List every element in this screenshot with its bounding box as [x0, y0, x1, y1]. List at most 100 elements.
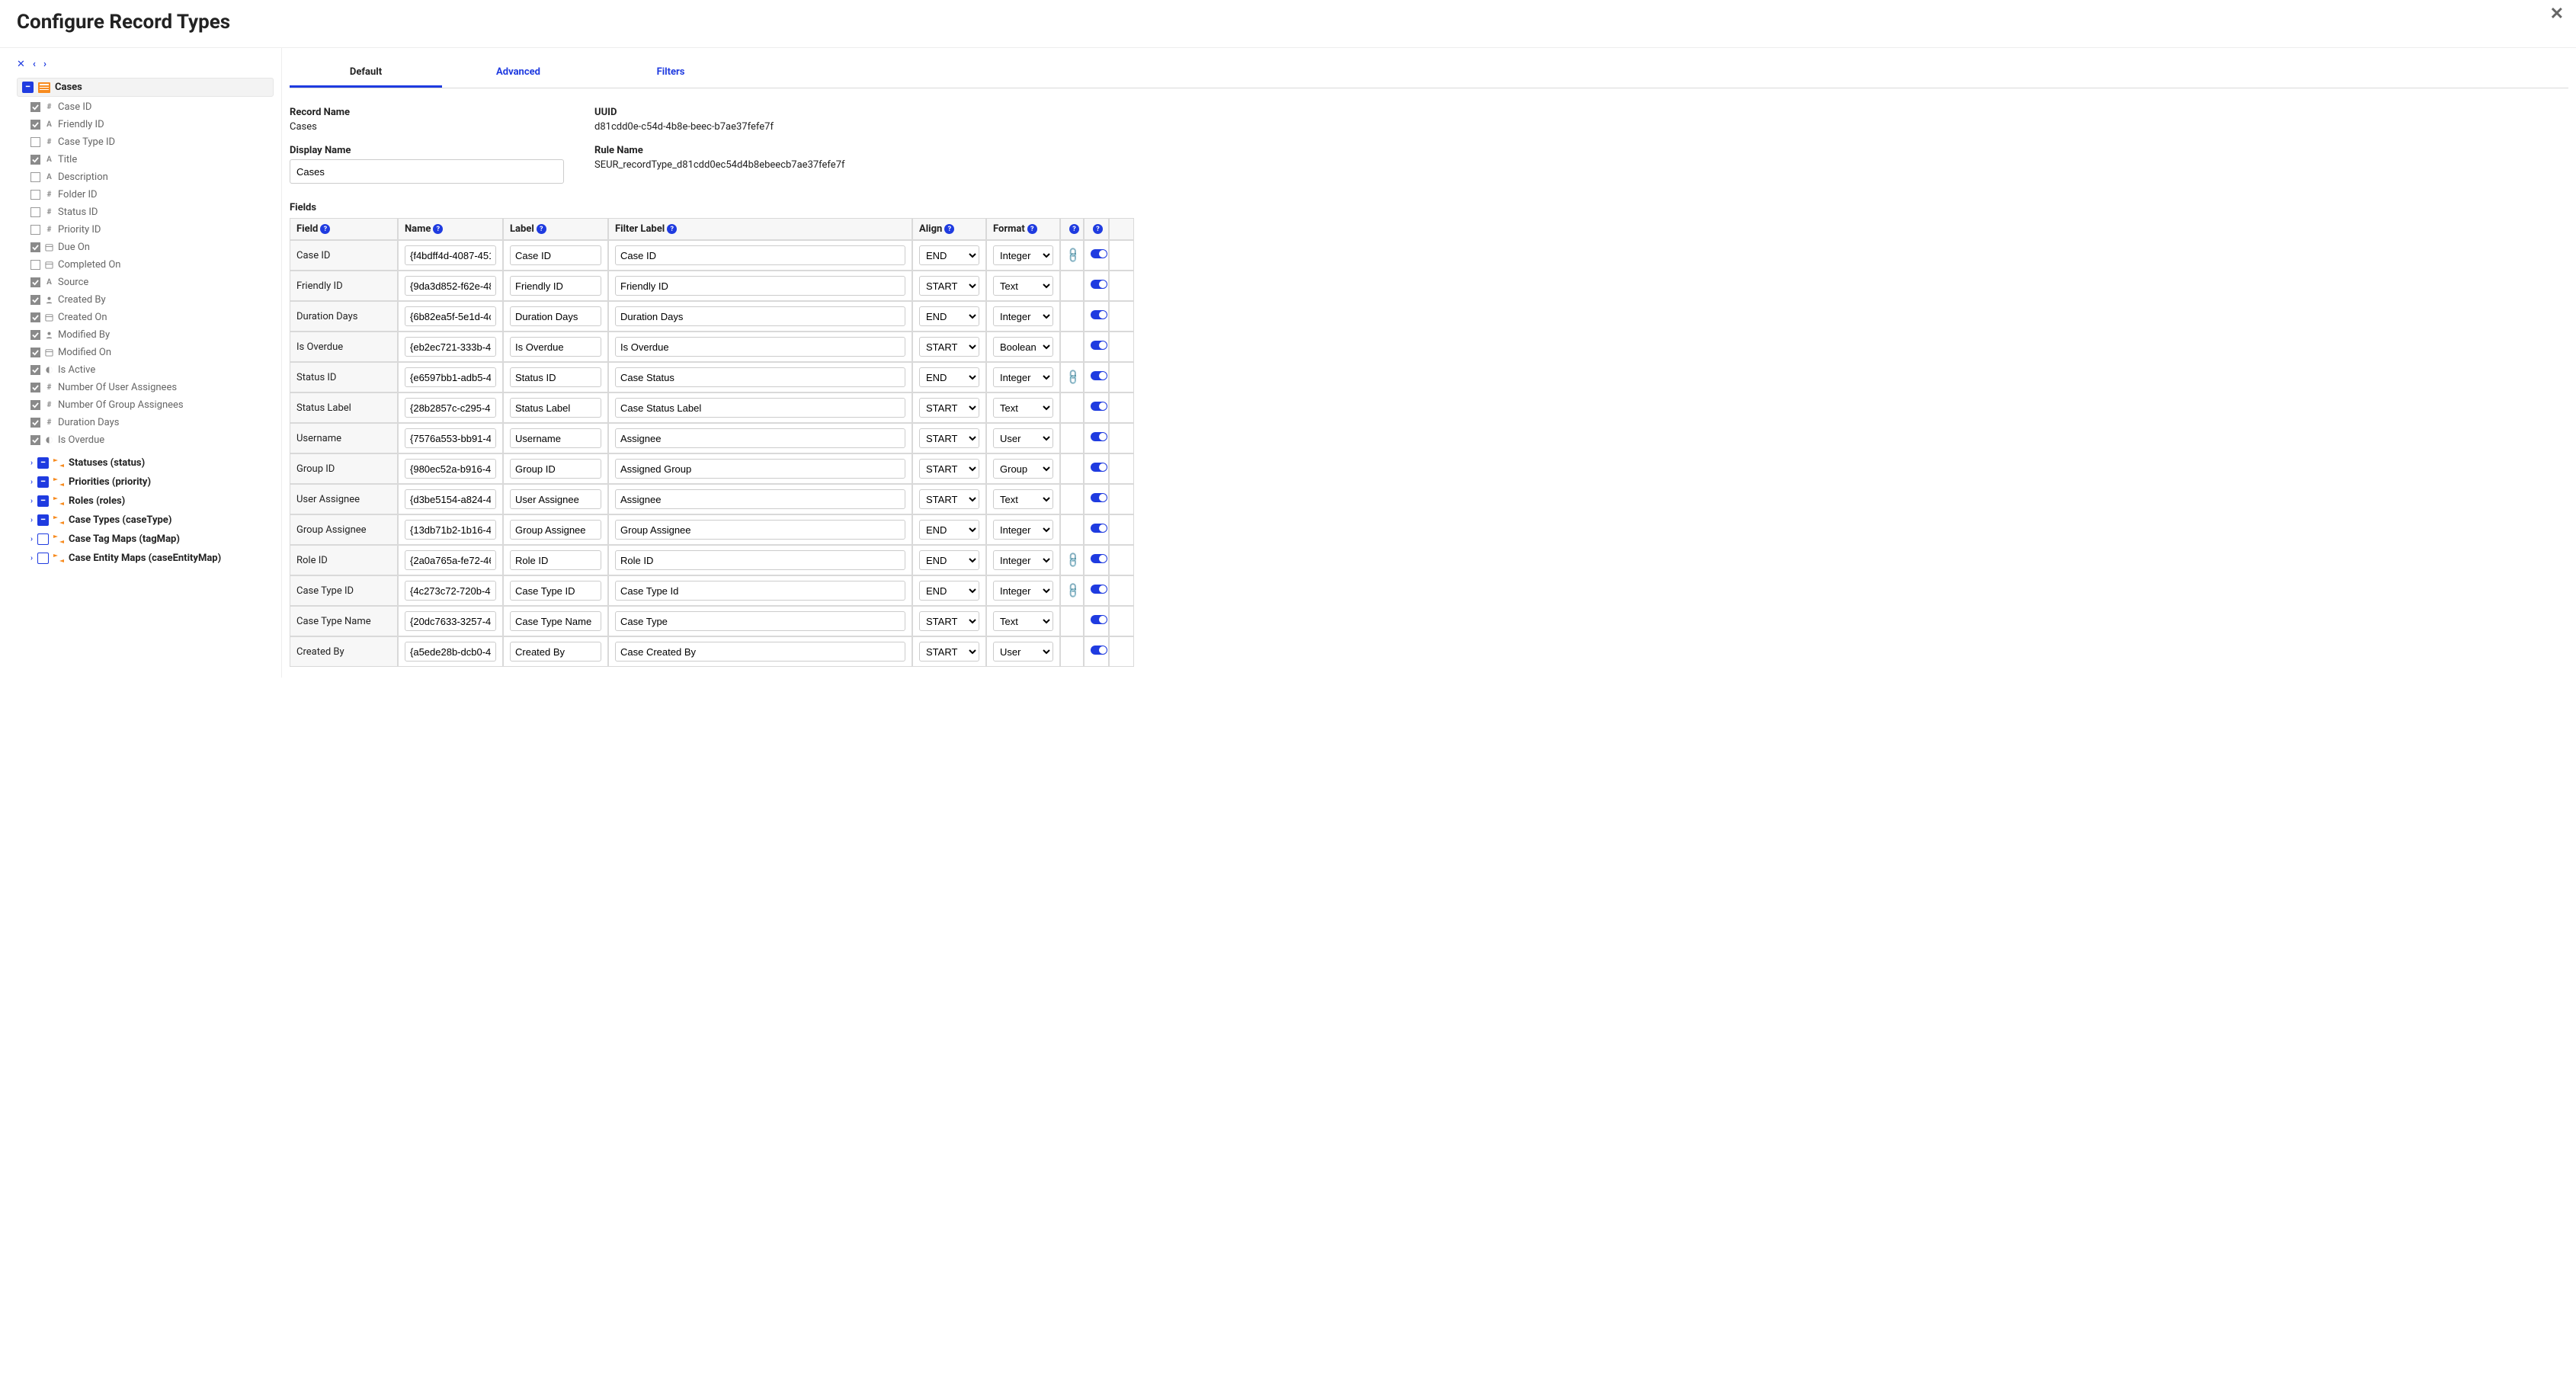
align-select[interactable]: END: [919, 581, 979, 601]
collapse-icon[interactable]: −: [37, 476, 49, 488]
format-select[interactable]: Text: [993, 611, 1053, 631]
tree-root-cases[interactable]: − Cases: [17, 78, 274, 97]
name-input[interactable]: [405, 459, 496, 479]
nav-next-icon[interactable]: ›: [43, 59, 46, 70]
sidebar-field-item[interactable]: AFriendly ID: [30, 116, 274, 133]
align-select[interactable]: START: [919, 489, 979, 509]
checkbox[interactable]: [30, 277, 40, 287]
sidebar-field-item[interactable]: #Folder ID: [30, 186, 274, 203]
align-select[interactable]: START: [919, 428, 979, 448]
toggle-switch[interactable]: [1091, 310, 1107, 319]
sidebar-field-item[interactable]: ATitle: [30, 151, 274, 168]
checkbox[interactable]: [30, 312, 40, 322]
expand-icon[interactable]: [37, 533, 49, 545]
checkbox[interactable]: [30, 207, 40, 217]
name-input[interactable]: [405, 398, 496, 418]
checkbox[interactable]: [30, 155, 40, 165]
format-select[interactable]: User: [993, 428, 1053, 448]
label-input[interactable]: [510, 642, 601, 662]
help-icon[interactable]: ?: [537, 224, 546, 234]
format-select[interactable]: User: [993, 642, 1053, 662]
label-input[interactable]: [510, 337, 601, 357]
align-select[interactable]: START: [919, 398, 979, 418]
toggle-switch[interactable]: [1091, 432, 1107, 441]
toggle-switch[interactable]: [1091, 341, 1107, 350]
link-icon[interactable]: 🔗: [1065, 246, 1083, 264]
sidebar-field-item[interactable]: #Status ID: [30, 203, 274, 221]
checkbox[interactable]: [30, 102, 40, 112]
name-input[interactable]: [405, 642, 496, 662]
filter-label-input[interactable]: [615, 459, 905, 479]
align-select[interactable]: START: [919, 459, 979, 479]
tab-default[interactable]: Default: [290, 59, 442, 88]
align-select[interactable]: START: [919, 337, 979, 357]
toggle-switch[interactable]: [1091, 524, 1107, 533]
label-input[interactable]: [510, 276, 601, 296]
sidebar-field-item[interactable]: Due On: [30, 239, 274, 256]
collapse-icon[interactable]: −: [22, 82, 34, 93]
collapse-icon[interactable]: −: [37, 495, 49, 507]
toggle-switch[interactable]: [1091, 249, 1107, 258]
sidebar-field-item[interactable]: ASource: [30, 274, 274, 291]
collapse-icon[interactable]: −: [37, 514, 49, 526]
align-select[interactable]: START: [919, 642, 979, 662]
name-input[interactable]: [405, 489, 496, 509]
name-input[interactable]: [405, 550, 496, 570]
help-icon[interactable]: ?: [1027, 224, 1037, 234]
sidebar-relation-item[interactable]: ›−Priorities (priority): [17, 473, 274, 492]
display-name-input[interactable]: [290, 159, 564, 184]
label-input[interactable]: [510, 428, 601, 448]
align-select[interactable]: START: [919, 276, 979, 296]
link-icon[interactable]: 🔗: [1065, 581, 1083, 600]
toggle-switch[interactable]: [1091, 493, 1107, 502]
checkbox[interactable]: [30, 242, 40, 252]
format-select[interactable]: Integer: [993, 550, 1053, 570]
align-select[interactable]: END: [919, 367, 979, 387]
align-select[interactable]: END: [919, 550, 979, 570]
label-input[interactable]: [510, 367, 601, 387]
checkbox[interactable]: [30, 435, 40, 445]
help-icon[interactable]: ?: [667, 224, 677, 234]
format-select[interactable]: Group: [993, 459, 1053, 479]
sidebar-field-item[interactable]: Created By: [30, 291, 274, 309]
link-icon[interactable]: 🔗: [1065, 551, 1083, 569]
sidebar-field-item[interactable]: Is Active: [30, 361, 274, 379]
format-select[interactable]: Integer: [993, 306, 1053, 326]
format-select[interactable]: Text: [993, 276, 1053, 296]
toggle-switch[interactable]: [1091, 371, 1107, 380]
checkbox[interactable]: [30, 383, 40, 392]
name-input[interactable]: [405, 367, 496, 387]
expand-icon[interactable]: [37, 553, 49, 564]
name-input[interactable]: [405, 520, 496, 540]
checkbox[interactable]: [30, 137, 40, 147]
checkbox[interactable]: [30, 172, 40, 182]
name-input[interactable]: [405, 245, 496, 265]
filter-label-input[interactable]: [615, 398, 905, 418]
label-input[interactable]: [510, 306, 601, 326]
filter-label-input[interactable]: [615, 245, 905, 265]
close-icon[interactable]: ✕: [2550, 5, 2564, 24]
toggle-switch[interactable]: [1091, 585, 1107, 594]
sidebar-field-item[interactable]: Modified On: [30, 344, 274, 361]
filter-label-input[interactable]: [615, 550, 905, 570]
tab-filters[interactable]: Filters: [594, 59, 747, 88]
filter-label-input[interactable]: [615, 611, 905, 631]
sidebar-relation-item[interactable]: ›Case Entity Maps (caseEntityMap): [17, 549, 274, 568]
help-icon[interactable]: ?: [944, 224, 954, 234]
filter-label-input[interactable]: [615, 337, 905, 357]
checkbox[interactable]: [30, 260, 40, 270]
name-input[interactable]: [405, 581, 496, 601]
sidebar-field-item[interactable]: #Duration Days: [30, 414, 274, 431]
format-select[interactable]: Integer: [993, 520, 1053, 540]
sidebar-relation-item[interactable]: ›Case Tag Maps (tagMap): [17, 530, 274, 549]
label-input[interactable]: [510, 581, 601, 601]
chevron-right-icon[interactable]: ›: [30, 516, 33, 524]
label-input[interactable]: [510, 398, 601, 418]
toggle-switch[interactable]: [1091, 554, 1107, 563]
filter-label-input[interactable]: [615, 520, 905, 540]
sidebar-field-item[interactable]: Completed On: [30, 256, 274, 274]
sidebar-relation-item[interactable]: ›−Roles (roles): [17, 492, 274, 511]
chevron-right-icon[interactable]: ›: [30, 497, 33, 505]
checkbox[interactable]: [30, 190, 40, 200]
collapse-all-icon[interactable]: ✕: [17, 59, 25, 70]
